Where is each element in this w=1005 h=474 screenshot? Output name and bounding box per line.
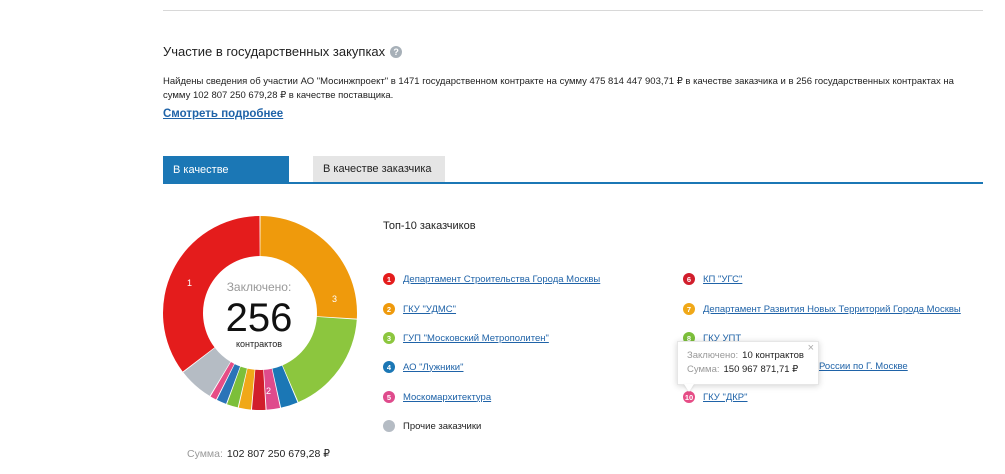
legend-item-9: России по Г. Москве: [819, 361, 908, 372]
legend-item-4: 4 АО "Лужники": [383, 361, 463, 373]
tab-supplier[interactable]: В качестве поставщика: [163, 156, 289, 204]
tooltip-contracts-value: 10 контрактов: [742, 350, 804, 361]
top-divider: [163, 10, 983, 11]
legend-item-other: Прочие заказчики: [383, 420, 481, 432]
legend-badge-6: 6: [683, 273, 695, 285]
segment-label-3: 3: [332, 294, 338, 304]
procurement-summary: Найдены сведения об участии АО "Мосинжпр…: [163, 76, 954, 101]
legend-badge-3: 3: [383, 332, 395, 344]
section-title-text: Участие в государственных закупках: [163, 44, 386, 59]
customer-link-5[interactable]: Москомархитектура: [403, 392, 491, 403]
other-customers-label: Прочие заказчики: [403, 420, 482, 432]
customer-link-4[interactable]: АО "Лужники": [403, 362, 463, 373]
legend-item-5: 5 Москомархитектура: [383, 391, 491, 403]
more-details-link[interactable]: Смотреть подробнее: [163, 108, 283, 120]
legend-badge-other: [383, 420, 395, 432]
legend-item-2: 2 ГКУ "УДМС": [383, 303, 456, 315]
customer-link-3[interactable]: ГУП "Московский Метрополитен": [403, 333, 549, 344]
legend-item-7: 7 Департамент Развития Новых Территорий …: [683, 303, 961, 315]
donut-top-label: Заключено:: [226, 280, 292, 294]
donut-bottom-label: контрактов: [236, 339, 282, 349]
sum-value: 102 807 250 679,28 ₽: [226, 448, 330, 460]
legend-badge-7: 7: [683, 303, 695, 315]
legend-item-10: 10 ГКУ "ДКР": [683, 391, 748, 403]
legend-badge-1: 1: [383, 273, 395, 285]
donut-count: 256: [225, 296, 293, 340]
tooltip-contracts-row: Заключено: 10 контрактов: [687, 350, 804, 361]
segment-label-1: 1: [187, 278, 193, 288]
tab-customer[interactable]: В качестве заказчика: [313, 156, 445, 182]
legend-badge-5: 5: [383, 391, 395, 403]
help-icon[interactable]: ?: [390, 45, 403, 58]
legend-badge-4: 4: [383, 361, 395, 373]
legend-badge-2: 2: [383, 303, 395, 315]
customer-link-10[interactable]: ГКУ "ДКР": [703, 392, 748, 403]
tooltip-sum-row: Сумма: 150 967 871,71 ₽: [687, 364, 798, 375]
sum-label: Сумма:: [187, 448, 223, 460]
legend-item-3: 3 ГУП "Московский Метрополитен": [383, 332, 549, 344]
legend-item-1: 1 Департамент Строительства Города Москв…: [383, 273, 600, 285]
tooltip-sum-label: Сумма:: [687, 364, 720, 375]
tooltip-sum-value: 150 967 871,71 ₽: [723, 364, 799, 375]
section-title: Участие в государственных закупках ?: [163, 44, 403, 59]
customer-link-9[interactable]: России по Г. Москве: [819, 361, 908, 372]
segment-label-2: 2: [266, 386, 272, 396]
customer-tooltip: × Заключено: 10 контрактов Сумма: 150 967 …: [677, 341, 819, 385]
close-icon[interactable]: ×: [808, 343, 814, 354]
top10-title: Топ-10 заказчиков: [383, 220, 476, 232]
donut-sum: Сумма: 102 807 250 679,28 ₽: [187, 448, 330, 460]
legend-item-6: 6 КП "УГС": [683, 273, 742, 285]
legend-badge-10: 10: [683, 391, 695, 403]
customer-link-2[interactable]: ГКУ "УДМС": [403, 304, 456, 315]
customer-link-7[interactable]: Департамент Развития Новых Территорий Го…: [703, 304, 961, 315]
customer-link-1[interactable]: Департамент Строительства Города Москвы: [403, 274, 600, 285]
role-tabs: В качестве поставщика В качестве заказчи…: [163, 156, 983, 204]
customer-link-6[interactable]: КП "УГС": [703, 274, 742, 285]
tooltip-contracts-label: Заключено:: [687, 350, 739, 361]
